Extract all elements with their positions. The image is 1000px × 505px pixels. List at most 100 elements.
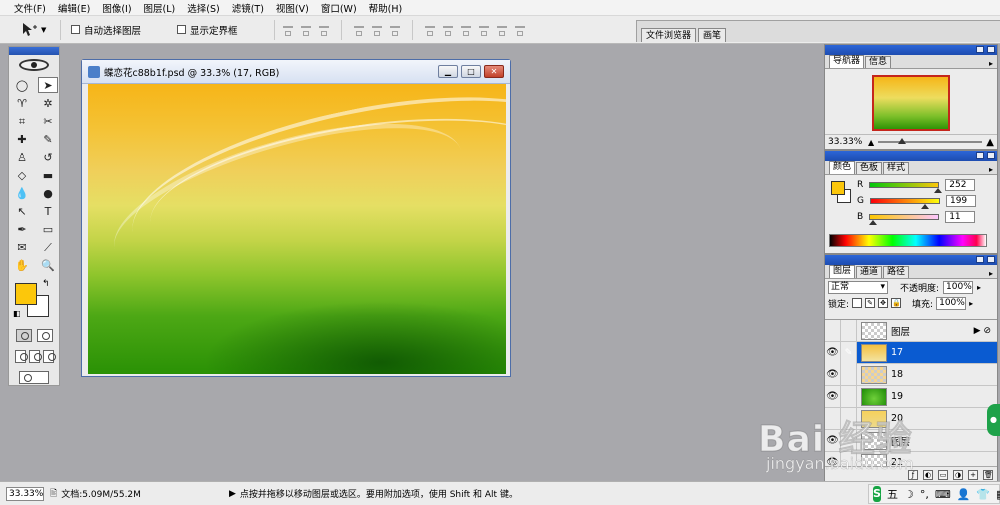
tool-preset-picker[interactable]: ▼ (20, 19, 54, 41)
green-slider[interactable] (869, 198, 940, 209)
layer-style-icon[interactable]: ƒ (908, 469, 918, 480)
document-size-info[interactable]: 🖹 文档:5.09M/55.2M (50, 486, 141, 502)
eye-icon[interactable]: 👁 (825, 429, 841, 452)
eye-icon[interactable]: 👁 (825, 385, 841, 408)
color-spectrum-bar[interactable] (829, 234, 987, 247)
menu-edit[interactable]: 编辑(E) (52, 1, 96, 15)
zoom-out-icon[interactable]: ▲ (868, 138, 874, 147)
green-value[interactable]: 199 (945, 195, 976, 207)
zoom-tool-icon[interactable]: 🔍 (38, 257, 58, 273)
path-selection-tool-icon[interactable]: ↖ (12, 203, 32, 219)
eyedropper-tool-icon[interactable]: ⟋ (38, 239, 58, 255)
red-value[interactable]: 252 (945, 179, 976, 191)
brushes-tab[interactable]: 画笔 (698, 28, 727, 42)
minimize-icon[interactable] (976, 152, 984, 159)
notes-tool-icon[interactable]: ✉ (12, 239, 32, 255)
quick-mask-mode-button[interactable] (36, 329, 53, 342)
lasso-tool-icon[interactable]: ♈ (12, 95, 32, 111)
menu-view[interactable]: 视图(V) (270, 1, 315, 15)
slice-tool-icon[interactable]: ✂ (38, 113, 58, 129)
foreground-color-swatch[interactable] (831, 181, 845, 195)
foreground-color-swatch[interactable] (15, 283, 37, 305)
new-set-icon[interactable]: ▭ (938, 469, 948, 480)
brush-icon[interactable]: ✎ (841, 341, 857, 364)
crop-tool-icon[interactable]: ⌗ (12, 113, 32, 129)
full-screen-button[interactable] (42, 350, 56, 363)
swap-colors-icon[interactable]: ↰ (42, 279, 50, 289)
menu-window[interactable]: 窗口(W) (315, 1, 363, 15)
standard-mode-button[interactable] (15, 329, 32, 342)
tab-color[interactable]: 颜色 (829, 161, 856, 174)
align-top-icon[interactable] (281, 23, 295, 37)
grid-icon[interactable]: ▦ (996, 488, 1000, 501)
tab-channels[interactable]: 通道 (856, 266, 883, 278)
tab-info[interactable]: 信息 (865, 56, 892, 68)
align-hcenter-icon[interactable] (370, 23, 384, 37)
maximize-button[interactable]: □ (461, 65, 481, 78)
toolbox-title-bar[interactable] (9, 47, 59, 55)
blue-slider-thumb[interactable] (869, 220, 878, 225)
blur-tool-icon[interactable]: 💧 (12, 185, 32, 201)
fill-field[interactable]: 100% (936, 296, 967, 310)
palette-title-bar[interactable] (825, 151, 997, 161)
distribute-bottom-icon[interactable] (459, 23, 473, 37)
align-bottom-icon[interactable] (317, 23, 331, 37)
blue-slider[interactable] (869, 214, 940, 225)
menu-layer[interactable]: 图层(L) (138, 1, 182, 15)
palette-menu-icon[interactable]: ▸ (989, 165, 993, 174)
lock-all-icon[interactable]: 🔒 (891, 298, 902, 308)
tab-swatches[interactable]: 色板 (856, 162, 883, 174)
move-tool-icon[interactable]: ➤ (38, 77, 58, 93)
file-browser-tab[interactable]: 文件浏览器 (641, 28, 697, 42)
eraser-tool-icon[interactable]: ◇ (12, 167, 32, 183)
tab-layers[interactable]: 图层 (829, 265, 856, 278)
green-slider-thumb[interactable] (920, 204, 929, 209)
history-brush-tool-icon[interactable]: ↺ (38, 149, 58, 165)
gradient-tool-icon[interactable]: ▬ (38, 167, 58, 183)
opacity-field[interactable]: 100% (943, 280, 974, 294)
eye-icon[interactable]: 👁 (825, 363, 841, 386)
lock-image-icon[interactable]: ✎ (865, 298, 876, 308)
auto-select-option[interactable]: 自动选择图层 (71, 23, 141, 37)
eye-icon[interactable]: 👁 (825, 451, 841, 467)
link-cell[interactable] (841, 429, 857, 452)
status-zoom-field[interactable]: 33.33% (6, 486, 44, 501)
layer-row[interactable]: 👁 图层 (825, 429, 997, 452)
layer-row[interactable]: 👁 18 (825, 363, 997, 386)
magic-wand-tool-icon[interactable]: ✲ (38, 95, 58, 111)
link-cell[interactable] (841, 407, 857, 430)
dodge-tool-icon[interactable]: ● (38, 185, 58, 201)
distribute-hcenter-icon[interactable] (495, 23, 509, 37)
palette-menu-icon[interactable]: ▸ (989, 269, 993, 278)
shirt-icon[interactable]: 👕 (976, 488, 990, 501)
layer-row[interactable]: 20 (825, 407, 997, 430)
close-icon[interactable] (987, 152, 995, 159)
auto-select-checkbox[interactable] (71, 25, 80, 34)
link-cell[interactable] (841, 320, 857, 342)
ime-mode-label[interactable]: 五 (887, 486, 898, 502)
menu-help[interactable]: 帮助(H) (363, 1, 409, 15)
healing-brush-tool-icon[interactable]: ✚ (12, 131, 32, 147)
layer-set-arrow-icon[interactable]: ▶ ⊘ (974, 326, 991, 336)
shape-tool-icon[interactable]: ▭ (38, 221, 58, 237)
zoom-slider[interactable] (878, 138, 983, 144)
standard-screen-button[interactable] (14, 350, 28, 363)
close-icon[interactable] (987, 46, 995, 53)
layer-row[interactable]: 图层 ▶ ⊘ (825, 320, 997, 342)
align-vcenter-icon[interactable] (299, 23, 313, 37)
minimize-icon[interactable] (976, 256, 984, 263)
red-slider-thumb[interactable] (934, 188, 943, 193)
marquee-tool-icon[interactable]: ◯ (12, 77, 32, 93)
menu-filter[interactable]: 滤镜(T) (226, 1, 270, 15)
menu-select[interactable]: 选择(S) (181, 1, 225, 15)
full-screen-menu-button[interactable] (28, 350, 42, 363)
hand-tool-icon[interactable]: ✋ (12, 257, 32, 273)
close-icon[interactable] (987, 256, 995, 263)
tab-navigator[interactable]: 导航器 (829, 55, 865, 68)
layer-row[interactable]: 👁 19 (825, 385, 997, 408)
jump-to-imageready-button[interactable] (19, 371, 49, 384)
align-left-icon[interactable] (352, 23, 366, 37)
brush-tool-icon[interactable]: ✎ (38, 131, 58, 147)
pen-tool-icon[interactable]: ✒ (12, 221, 32, 237)
opacity-arrow-icon[interactable]: ▸ (977, 283, 981, 292)
